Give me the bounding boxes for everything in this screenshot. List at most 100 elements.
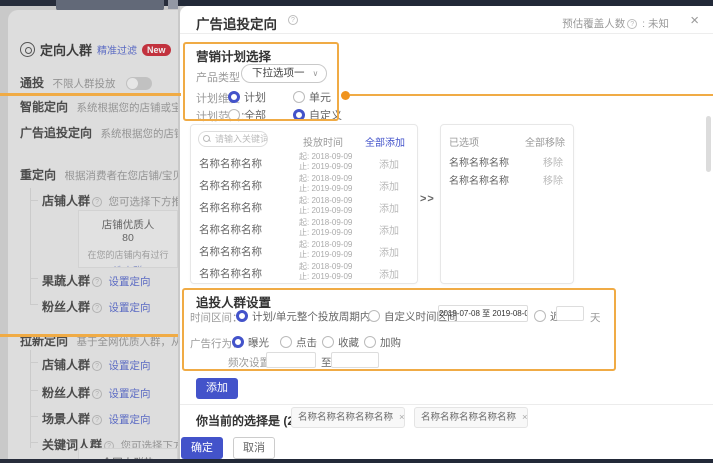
radio-icon[interactable] xyxy=(228,109,240,121)
add-link[interactable]: 添加 xyxy=(379,178,399,193)
info-icon: ? xyxy=(92,277,102,287)
shop-quality-audience-card[interactable]: 店铺优质人 80 在您的店铺内有过行 选人群 xyxy=(78,210,178,268)
selected-list-panel: 已选项 全部移除 名称名称名称 移除 名称名称名称 移除 xyxy=(440,124,574,284)
radio-icon[interactable] xyxy=(364,336,376,348)
radio-time-whole-period[interactable]: 计划/单元整个投放周期内 xyxy=(236,309,370,324)
plan-row: 名称名称名称 起: 2018-09-09止: 2019-09-09 添加 xyxy=(199,217,411,239)
sidebar-item-scene-audience[interactable]: 场景人群? 设置定向 xyxy=(42,410,178,428)
search-icon xyxy=(203,135,210,142)
product-type-dropdown[interactable]: 下拉选项一∨ xyxy=(241,64,327,83)
tree-tick xyxy=(30,278,38,279)
modal-title: 广告追投定向 xyxy=(196,13,277,33)
plan-section-title: 营销计划选择 xyxy=(196,46,271,65)
tree-line xyxy=(30,350,31,448)
selected-row: 名称名称名称 移除 xyxy=(449,151,567,169)
set-targeting-link[interactable]: 设置定向 xyxy=(108,276,150,288)
cancel-button[interactable]: 取消 xyxy=(233,437,275,459)
radio-selected-icon[interactable] xyxy=(293,109,305,121)
radio-dimension-unit[interactable]: 单元 xyxy=(293,89,331,105)
remove-link[interactable]: 移除 xyxy=(543,154,563,169)
add-button[interactable]: 添加 xyxy=(196,378,238,399)
info-icon: ? xyxy=(92,197,102,207)
tongtou-toggle[interactable] xyxy=(126,77,152,90)
sidebar-item-retarget[interactable]: 重定向 根据消费者在您店铺/宝贝/内容等 xyxy=(20,166,178,184)
recent-days-input[interactable] xyxy=(556,306,584,321)
radio-behavior-impression[interactable]: 曝光 xyxy=(232,335,269,350)
confirm-button[interactable]: 确定 xyxy=(181,437,223,459)
frequency-sep: 至 xyxy=(321,355,332,370)
recent-days-unit: 天 xyxy=(590,310,601,325)
info-icon: ? xyxy=(92,415,102,425)
plan-row: 名称名称名称 起: 2018-09-09止: 2019-09-09 添加 xyxy=(199,261,411,283)
audience-icon xyxy=(20,42,35,57)
info-icon: ? xyxy=(627,19,637,29)
date-range-input[interactable]: 2019-07-08 至 2019-08-07 xyxy=(438,305,528,322)
radio-selected-icon[interactable] xyxy=(232,336,244,348)
transfer-arrow-icon: >> xyxy=(420,193,435,205)
info-icon: ? xyxy=(92,389,102,399)
selected-title: 已选项 xyxy=(449,134,479,149)
sidebar-item-guodao-audience[interactable]: 果蔬人群? 设置定向 xyxy=(42,272,178,290)
tag-close-icon[interactable]: × xyxy=(522,412,528,423)
selection-tag: 名称名称名称名称名称× xyxy=(414,407,528,428)
radio-behavior-click[interactable]: 点击 xyxy=(280,335,317,350)
frequency-min-input[interactable] xyxy=(266,352,316,368)
selected-row: 名称名称名称 移除 xyxy=(449,169,567,187)
plan-row: 名称名称名称 起: 2018-09-09止: 2019-09-09 添加 xyxy=(199,151,411,173)
tree-tick xyxy=(30,416,38,417)
radio-icon[interactable] xyxy=(368,310,380,322)
radio-selected-icon[interactable] xyxy=(236,310,248,322)
remove-all-link[interactable]: 全部移除 xyxy=(525,134,565,149)
add-link[interactable]: 添加 xyxy=(379,222,399,237)
add-link[interactable]: 添加 xyxy=(379,244,399,259)
sidebar-item-ad-retarget[interactable]: 广告追投定向 系统根据您的店铺或宝贝 xyxy=(20,124,178,142)
set-targeting-link[interactable]: 设置定向 xyxy=(108,360,150,372)
close-icon[interactable]: × xyxy=(690,12,699,29)
sidebar-item-shop-audience-2[interactable]: 店铺人群? 设置定向 xyxy=(42,356,178,374)
network-audience-card[interactable]: 全网人群热 6 CTR xyxy=(78,448,178,459)
radio-behavior-favorite[interactable]: 收藏 xyxy=(322,335,359,350)
sidebar-item-fans-audience[interactable]: 粉丝人群? 设置定向 xyxy=(42,298,178,316)
radio-icon[interactable] xyxy=(534,310,546,322)
modal-scrollbar[interactable] xyxy=(706,116,711,172)
remove-link[interactable]: 移除 xyxy=(543,172,563,187)
estimate-coverage: 预估覆盖人数? : 未知 xyxy=(562,16,669,31)
new-badge: New xyxy=(142,44,171,56)
tree-tick xyxy=(30,442,38,443)
radio-range-all[interactable]: 全部 xyxy=(228,107,266,123)
set-targeting-link[interactable]: 设置定向 xyxy=(108,414,150,426)
tree-tick xyxy=(30,304,38,305)
tree-tick xyxy=(30,362,38,363)
time-range-label: 时间区间： xyxy=(190,310,243,325)
radio-icon[interactable] xyxy=(293,91,305,103)
set-targeting-link[interactable]: 设置定向 xyxy=(108,388,150,400)
radio-behavior-cart[interactable]: 加购 xyxy=(364,335,401,350)
sidebar-title: 定向人群 xyxy=(40,40,92,59)
add-all-link[interactable]: 全部添加 xyxy=(365,134,405,149)
radio-range-custom[interactable]: 自定义 xyxy=(293,107,342,123)
sidebar-item-new-customer[interactable]: 拉新定向 基于全网优质人群，从 xyxy=(20,332,178,350)
radio-icon[interactable] xyxy=(280,336,292,348)
app-root: 定向人群 精准过滤 New 通投 不限人群投放 智能定向 系统根据您的店铺或宝贝… xyxy=(0,0,713,463)
modal-header: 广告追投定向 ? 预估覆盖人数? : 未知 × xyxy=(180,6,713,34)
frequency-max-input[interactable] xyxy=(331,352,379,368)
column-launch-time: 投放时间 xyxy=(303,134,343,149)
add-link[interactable]: 添加 xyxy=(379,266,399,281)
set-targeting-link[interactable]: 设置定向 xyxy=(108,302,150,314)
precise-filter-link[interactable]: 精准过滤 xyxy=(97,42,137,57)
add-link[interactable]: 添加 xyxy=(379,156,399,171)
info-icon: ? xyxy=(288,15,298,25)
product-type-label: 产品类型 xyxy=(196,69,240,85)
top-fragment xyxy=(168,0,178,9)
tree-line xyxy=(30,188,31,304)
sidebar-item-fans-audience-2[interactable]: 粉丝人群? 设置定向 xyxy=(42,384,178,402)
targeting-sidebar: 定向人群 精准过滤 New 通投 不限人群投放 智能定向 系统根据您的店铺或宝贝… xyxy=(8,10,178,459)
radio-selected-icon[interactable] xyxy=(228,91,240,103)
radio-dimension-plan[interactable]: 计划 xyxy=(228,89,266,105)
tag-close-icon[interactable]: × xyxy=(399,412,405,423)
tree-tick xyxy=(30,200,38,201)
add-link[interactable]: 添加 xyxy=(379,200,399,215)
sidebar-item-shop-audience[interactable]: 店铺人群? 您可选择下方推荐，也 xyxy=(42,192,178,210)
radio-icon[interactable] xyxy=(322,336,334,348)
sidebar-item-smart-targeting[interactable]: 智能定向 系统根据您的店铺或宝贝为您 xyxy=(20,98,178,116)
